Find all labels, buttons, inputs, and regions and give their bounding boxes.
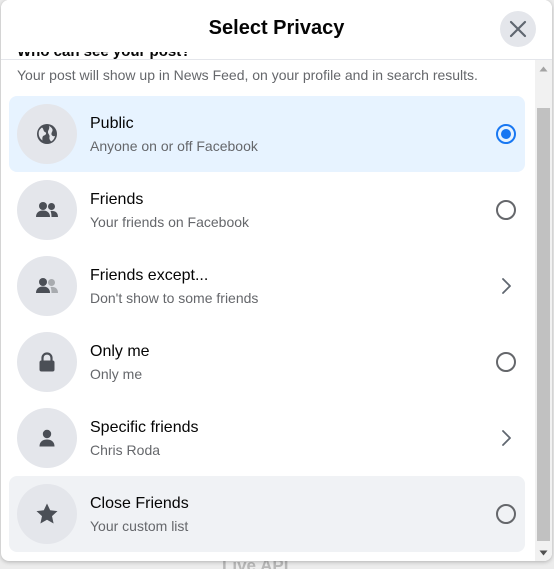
option-subtitle: Only me [90, 366, 143, 382]
scrollbar-thumb[interactable] [537, 108, 550, 541]
star-icon [36, 503, 58, 524]
radio-friends[interactable] [496, 200, 516, 220]
chevron-right-icon [502, 430, 511, 446]
option-title: Only me [90, 343, 150, 360]
triangle-up-icon [539, 66, 548, 71]
scrollbar[interactable] [535, 60, 552, 561]
lock-icon [39, 352, 55, 372]
dialog-description: Your post will show up in News Feed, on … [17, 67, 478, 83]
option-subtitle: Your custom list [90, 518, 189, 534]
radio-only-me[interactable] [496, 352, 516, 372]
option-title: Friends [90, 191, 144, 208]
close-button[interactable] [500, 11, 536, 47]
triangle-down-icon [539, 550, 548, 555]
privacy-options-list: Public Anyone on or off Facebook Friends… [9, 96, 525, 552]
dialog-header: Select Privacy [1, 0, 552, 60]
friends-icon [36, 202, 58, 217]
option-title: Specific friends [90, 419, 199, 436]
privacy-option-specific-friends[interactable]: Specific friends Chris Roda [9, 400, 525, 476]
option-subtitle: Your friends on Facebook [90, 214, 250, 230]
radio-close-friends[interactable] [496, 504, 516, 524]
option-title: Public [90, 115, 134, 132]
option-subtitle: Don't show to some friends [90, 290, 259, 306]
privacy-option-friends[interactable]: Friends Your friends on Facebook [9, 172, 525, 248]
person-icon [39, 429, 55, 447]
friends-except-icon [36, 278, 58, 293]
privacy-option-friends-except[interactable]: Friends except... Don't show to some fri… [9, 248, 525, 324]
dialog-title: Select Privacy [208, 17, 345, 39]
select-privacy-dialog: Select Privacy Who can see your post? Yo… [1, 0, 552, 561]
radio-public[interactable] [496, 124, 516, 144]
scroll-up-arrow[interactable] [535, 60, 552, 77]
close-icon [509, 20, 527, 38]
dialog-subtitle: Who can see your post? [17, 52, 190, 60]
privacy-option-public[interactable]: Public Anyone on or off Facebook [9, 96, 525, 172]
option-title: Friends except... [90, 267, 209, 284]
privacy-option-only-me[interactable]: Only me Only me [9, 324, 525, 400]
privacy-option-close-friends[interactable]: Close Friends Your custom list [9, 476, 525, 552]
chevron-right-icon [502, 278, 511, 294]
option-subtitle: Anyone on or off Facebook [90, 138, 258, 154]
scroll-down-arrow[interactable] [535, 544, 552, 561]
option-title: Close Friends [90, 495, 189, 512]
option-subtitle: Chris Roda [90, 442, 161, 458]
globe-icon [37, 124, 57, 144]
